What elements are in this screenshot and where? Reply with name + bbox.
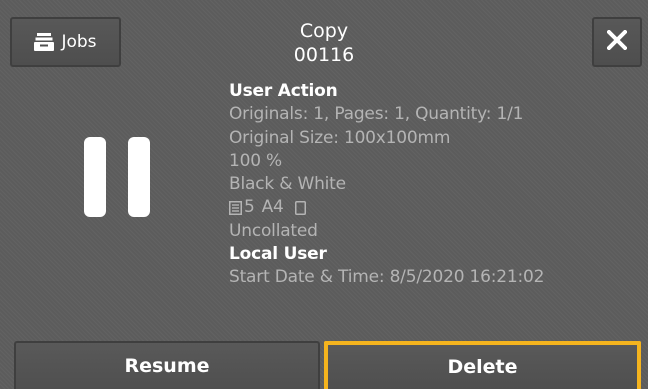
reduce-enlarge: 100 % (229, 150, 283, 171)
pause-bar-right (128, 137, 150, 217)
job-details: User Action Originals: 1, Pages: 1, Quan… (229, 80, 639, 290)
close-button[interactable] (592, 17, 642, 67)
user-action-heading: User Action (229, 81, 338, 101)
pause-bar-left (84, 137, 106, 217)
color-mode: Black & White (229, 174, 346, 195)
paper-orientation-icon (294, 201, 306, 216)
delete-button[interactable]: Delete (324, 341, 641, 389)
resume-button[interactable]: Resume (14, 341, 320, 389)
paper-tray-icon (229, 201, 242, 216)
user-heading: Local User (229, 244, 327, 265)
job-type-title: Copy (299, 20, 349, 42)
collation: Uncollated (229, 220, 318, 241)
pause-icon (84, 137, 150, 217)
job-number: 00116 (293, 44, 355, 66)
paper-size: A4 (261, 197, 284, 218)
action-bar: Resume Delete (0, 341, 648, 389)
jobs-button[interactable]: Jobs (10, 17, 121, 67)
start-date-time: Start Date & Time: 8/5/2020 16:21:02 (229, 267, 545, 288)
close-icon (606, 29, 628, 54)
originals-summary: Originals: 1, Pages: 1, Quantity: 1/1 (229, 104, 524, 125)
paper-tray-number: 5 (244, 197, 255, 218)
original-size: Original Size: 100x100mm (229, 127, 451, 148)
paper-supply: 5 A4 (229, 196, 639, 219)
tray-stack-icon (34, 33, 55, 51)
jobs-button-label: Jobs (61, 32, 97, 52)
